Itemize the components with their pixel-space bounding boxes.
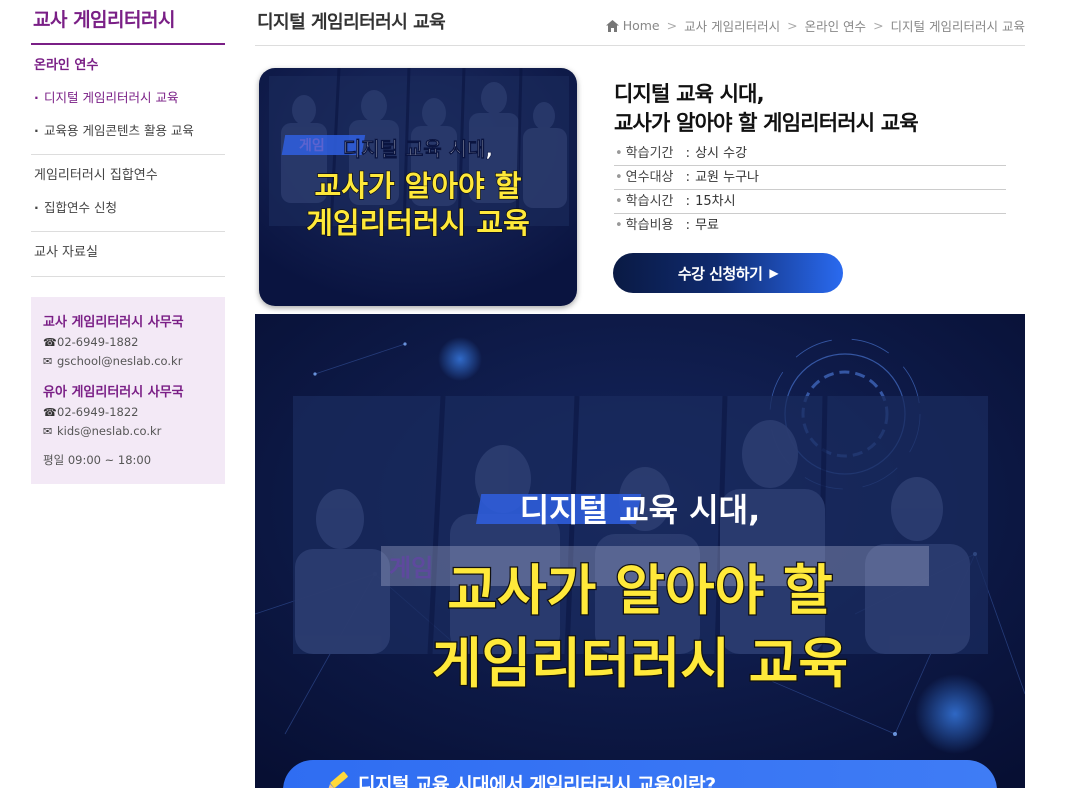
course-info: 디지털 교육 시대, 교사가 알아야 할 게임리터러시 교육 • 학습기간: 상시 … [614, 80, 1006, 238]
phone-icon: ☎ [43, 406, 57, 419]
thumbnail-line3: 게임리터러시 교육 [306, 206, 530, 240]
contact-teacher-phone-value: 02-6949-1882 [57, 335, 139, 349]
sidebar: 교사 게임리터러시 온라인 연수 디지털 게임리터러시 교육 교육용 게임콘텐츠… [31, 0, 225, 484]
banner-faint-text: 게임 [389, 554, 433, 582]
breadcrumb-separator: > [873, 18, 884, 33]
page-title: 디지털 게임리터러시 교육 [257, 12, 446, 33]
course-detail-row: • 연수대상: 교원 누구나 [614, 166, 1006, 190]
banner-question-bar: 디지털 교육 시대에서 게임리터러시 교육이란? [283, 760, 997, 788]
breadcrumb: Home > 교사 게임리터러시 > 온라인 연수 > 디지털 게임리터러시 교… [605, 16, 1025, 35]
course-detail-row: • 학습비용: 무료 [614, 214, 1006, 238]
thumbnail-line1: 디지털 교육 시대, [343, 137, 493, 161]
contact-kids-phone: ☎02-6949-1822 [43, 403, 213, 422]
page-header: 디지털 게임리터러시 교육 Home > 교사 게임리터러시 > 온라인 연수 … [255, 0, 1025, 46]
banner-question-text: 디지털 교육 시대에서 게임리터러시 교육이란? [358, 774, 716, 788]
breadcrumb-item[interactable]: 교사 게임리터러시 [684, 16, 780, 35]
sidebar-group-online: 온라인 연수 디지털 게임리터러시 교육 교육용 게임콘텐츠 활용 교육 [31, 45, 225, 155]
detail-key: 학습비용 [625, 218, 674, 233]
sidebar-group-group-training: 게임리터러시 집합연수 집합연수 신청 [31, 155, 225, 232]
play-arrow-icon: ▶ [769, 266, 779, 280]
sidebar-sub-list: 디지털 게임리터러시 교육 교육용 게임콘텐츠 활용 교육 [34, 89, 225, 140]
contact-teacher-email-value[interactable]: gschool@neslab.co.kr [57, 354, 182, 368]
detail-value: 15차시 [695, 194, 736, 209]
course-title-line1: 디지털 교육 시대, [614, 82, 765, 106]
contact-kids-phone-value: 02-6949-1822 [57, 405, 139, 419]
course-detail-row: • 학습시간:15차시 [614, 190, 1006, 214]
contact-hours: 평일 09:00 ~ 18:00 [43, 453, 152, 467]
thumbnail-faint-text: 게임 [299, 138, 325, 154]
banner-graphic: 게임 디지털 교육 시대, 교사가 알아야 할 게임리터러시 교육 [255, 314, 1025, 788]
sidebar-title[interactable]: 교사 게임리터러시 [31, 0, 225, 45]
mail-icon: ✉ [43, 425, 53, 438]
banner-line1: 디지털 교육 시대, [520, 491, 761, 529]
sidebar-subitem-digital-game-literacy[interactable]: 디지털 게임리터러시 교육 [34, 89, 225, 107]
banner-line2: 교사가 알아야 할 [447, 559, 832, 622]
breadcrumb-separator: > [787, 18, 798, 33]
main-content: 디지털 게임리터러시 교육 Home > 교사 게임리터러시 > 온라인 연수 … [255, 0, 1025, 788]
breadcrumb-home[interactable]: Home [623, 18, 660, 33]
contact-box: 교사 게임리터러시 사무국 ☎02-6949-1882 ✉ gschool@nes… [31, 297, 225, 484]
detail-key: 연수대상 [625, 170, 674, 185]
sidebar-item-teacher-resources[interactable]: 교사 자료실 [34, 242, 225, 264]
contact-teacher-email: ✉ gschool@neslab.co.kr [43, 352, 213, 371]
apply-course-label: 수강 신청하기 [677, 264, 763, 283]
course-title-line2: 교사가 알아야 할 게임리터러시 교육 [614, 111, 919, 135]
contact-teacher-title: 교사 게임리터러시 사무국 [43, 315, 184, 330]
pencil-icon [328, 771, 348, 788]
detail-key: 학습기간 [625, 146, 674, 161]
banner-line3: 게임리터러시 교육 [432, 632, 848, 695]
home-icon [605, 19, 619, 32]
thumbnail-graphic: 게임 디지털 교육 시대, 교사가 알아야 할 게임리터러시 교육 [259, 68, 577, 306]
detail-key: 학습시간 [625, 194, 674, 209]
sidebar-item-online-training[interactable]: 온라인 연수 [34, 55, 225, 77]
breadcrumb-current[interactable]: 디지털 게임리터러시 교육 [891, 16, 1025, 35]
phone-icon: ☎ [43, 336, 57, 349]
sidebar-subitem-educational-game-content[interactable]: 교육용 게임콘텐츠 활용 교육 [34, 122, 225, 140]
course-thumbnail: 게임 디지털 교육 시대, 교사가 알아야 할 게임리터러시 교육 [259, 68, 577, 306]
sidebar-sub-list: 집합연수 신청 [34, 199, 225, 217]
course-details: • 학습기간: 상시 수강 • 연수대상: 교원 누구나 • 학습시간:15차시 • 학습비… [614, 142, 1006, 238]
breadcrumb-separator: > [666, 18, 678, 33]
contact-kids-title: 유아 게임리터러시 사무국 [43, 385, 184, 400]
mail-icon: ✉ [43, 355, 53, 368]
contact-kids-email: ✉ kids@neslab.co.kr [43, 422, 213, 441]
course-banner: 게임 디지털 교육 시대, 교사가 알아야 할 게임리터러시 교육 디지털 교육… [255, 314, 1025, 788]
apply-course-button[interactable]: 수강 신청하기 ▶ [613, 253, 843, 293]
detail-value: 교원 누구나 [695, 170, 759, 185]
sidebar-group-resources: 교사 자료실 [31, 232, 225, 277]
contact-teacher-phone: ☎02-6949-1882 [43, 333, 213, 352]
breadcrumb-item[interactable]: 온라인 연수 [805, 16, 866, 35]
detail-value: 무료 [695, 218, 719, 233]
detail-value: 상시 수강 [695, 146, 748, 161]
contact-kids-email-value[interactable]: kids@neslab.co.kr [57, 424, 161, 438]
course-detail-row: • 학습기간: 상시 수강 [614, 142, 1006, 166]
sidebar-item-group-training[interactable]: 게임리터러시 집합연수 [34, 165, 225, 187]
sidebar-subitem-group-training-apply[interactable]: 집합연수 신청 [34, 199, 225, 217]
thumbnail-line2: 교사가 알아야 할 [315, 169, 522, 203]
